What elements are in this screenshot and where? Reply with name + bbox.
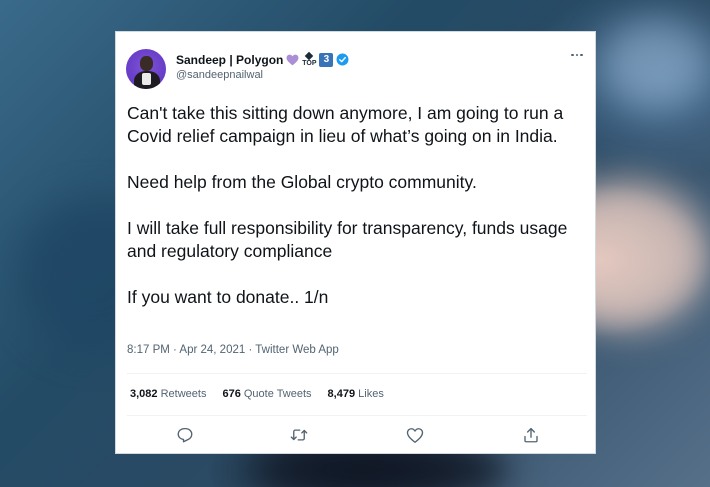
retweets-count: 3,082 bbox=[130, 388, 158, 400]
retweets-label: Retweets bbox=[160, 388, 207, 400]
top-badge-label: TOP bbox=[302, 59, 317, 67]
quote-tweets-count: 676 bbox=[222, 388, 241, 400]
more-options-icon[interactable] bbox=[571, 52, 585, 58]
like-button[interactable] bbox=[405, 425, 425, 445]
display-name-row: Sandeep | Polygon TOP 3 bbox=[176, 51, 349, 68]
quote-tweets-label: Quote Tweets bbox=[243, 388, 312, 400]
author-block: Sandeep | Polygon TOP 3 @sandeepnailwal bbox=[176, 51, 349, 81]
tweet-paragraph: If you want to donate.. 1/n bbox=[127, 287, 329, 307]
retweet-button[interactable] bbox=[289, 425, 309, 445]
purple-heart-icon bbox=[286, 54, 299, 65]
tweet-card[interactable]: Sandeep | Polygon TOP 3 @sandeepnailwal … bbox=[115, 31, 596, 454]
reply-button[interactable] bbox=[175, 425, 195, 445]
tweet-paragraph: Can't take this sitting down anymore, I … bbox=[127, 103, 564, 146]
tweet-paragraph: I will take full responsibility for tran… bbox=[127, 218, 568, 261]
retweet-icon bbox=[290, 429, 308, 441]
rank-badge: 3 bbox=[319, 52, 334, 67]
divider bbox=[127, 373, 587, 374]
reply-icon bbox=[177, 427, 193, 443]
tweet-paragraph: Need help from the Global crypto communi… bbox=[127, 172, 477, 192]
top-badge-icon: TOP bbox=[302, 51, 317, 68]
display-name[interactable]: Sandeep | Polygon bbox=[176, 53, 283, 67]
tweet-body: Can't take this sitting down anymore, I … bbox=[127, 102, 589, 309]
like-icon bbox=[406, 427, 424, 443]
quote-tweets-stat[interactable]: 676 Quote Tweets bbox=[222, 388, 311, 400]
share-icon bbox=[524, 427, 538, 443]
user-handle[interactable]: @sandeepnailwal bbox=[176, 69, 349, 81]
share-button[interactable] bbox=[521, 425, 541, 445]
verified-icon bbox=[336, 53, 349, 66]
background-blur-shape bbox=[600, 20, 710, 110]
tweet-timestamp[interactable]: 8:17 PM · Apr 24, 2021 · Twitter Web App bbox=[127, 344, 339, 356]
tweet-actions-bar bbox=[116, 425, 597, 447]
avatar[interactable] bbox=[126, 49, 166, 89]
retweets-stat[interactable]: 3,082 Retweets bbox=[130, 388, 206, 400]
likes-label: Likes bbox=[358, 388, 384, 400]
likes-count: 8,479 bbox=[327, 388, 356, 400]
likes-stat[interactable]: 8,479 Likes bbox=[328, 388, 384, 400]
engagement-stats: 3,082 Retweets 676 Quote Tweets 8,479 Li… bbox=[130, 388, 384, 400]
tweet-header: Sandeep | Polygon TOP 3 @sandeepnailwal bbox=[126, 49, 586, 91]
divider bbox=[127, 415, 587, 416]
